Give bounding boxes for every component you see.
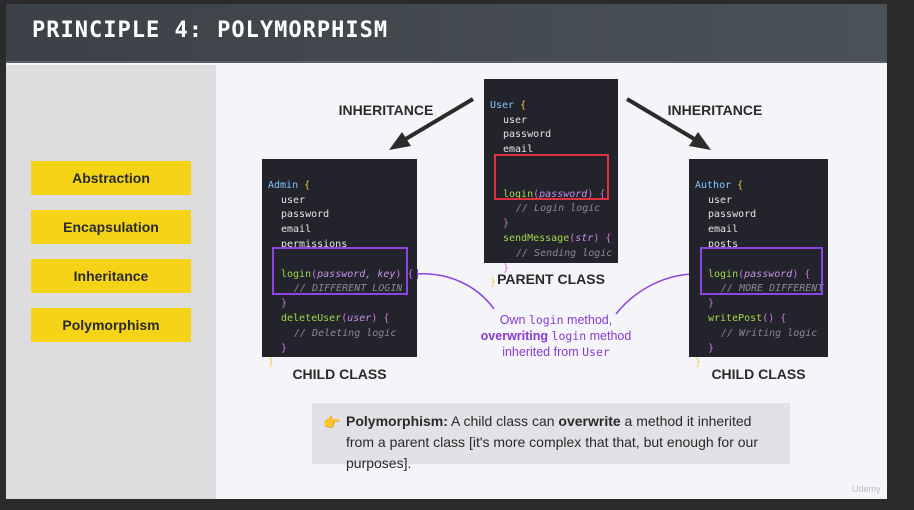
code-line: User { bbox=[490, 99, 612, 114]
code-brace: } bbox=[281, 298, 288, 310]
annotation-code: login bbox=[528, 313, 564, 327]
code-paren: ) { bbox=[371, 312, 390, 324]
method-name: deleteUser bbox=[281, 312, 342, 324]
code-prop: password bbox=[503, 129, 552, 141]
curve-arrow-left bbox=[408, 269, 495, 310]
annotation-text: inherited from bbox=[502, 345, 583, 359]
annotation-line: inherited from User bbox=[461, 344, 651, 360]
code-prop: password bbox=[281, 209, 330, 221]
admin-login-highlight bbox=[272, 247, 408, 295]
code-brace: { bbox=[304, 179, 311, 191]
annotation-line: Own login method, bbox=[461, 312, 651, 328]
child-class-label-left: CHILD CLASS bbox=[292, 366, 387, 382]
udemy-watermark: Udemy bbox=[852, 484, 881, 494]
code-prop: user bbox=[708, 194, 733, 206]
class-name: Author bbox=[695, 179, 732, 191]
code-prop: email bbox=[281, 224, 312, 236]
code-line: Admin { bbox=[268, 179, 411, 194]
annotation-text: method, bbox=[563, 313, 613, 327]
code-comment: // Sending logic bbox=[516, 247, 613, 259]
code-prop: password bbox=[708, 209, 757, 221]
code-prop: email bbox=[708, 224, 739, 236]
note-bold: overwrite bbox=[558, 413, 621, 429]
annotation-code: User bbox=[582, 345, 610, 359]
code-comment: // Writing logic bbox=[721, 327, 818, 339]
class-name: User bbox=[490, 99, 515, 111]
code-brace: { bbox=[737, 179, 744, 191]
code-paren: ) { bbox=[593, 232, 612, 244]
class-name: Admin bbox=[268, 179, 299, 191]
code-line: sendMessage(str) { bbox=[490, 232, 612, 247]
note-bold: Polymorphism: bbox=[346, 413, 448, 429]
code-brace: } bbox=[503, 218, 510, 230]
code-prop: user bbox=[503, 114, 528, 126]
annotation-text: Own bbox=[499, 313, 529, 327]
code-brace: } bbox=[281, 342, 288, 354]
polymorphism-note: 👉 Polymorphism: A child class can overwr… bbox=[312, 403, 790, 471]
code-comment: // Login logic bbox=[516, 203, 601, 215]
code-line: Author { bbox=[695, 179, 822, 194]
pointing-hand-icon: 👉 bbox=[323, 414, 341, 430]
override-annotation: Own login method, overwriting login meth… bbox=[461, 312, 651, 360]
inheritance-label-right: INHERITANCE bbox=[667, 102, 763, 118]
annotation-code: login bbox=[551, 329, 587, 343]
code-brace: { bbox=[520, 99, 527, 111]
child-class-label-right: CHILD CLASS bbox=[711, 366, 806, 382]
code-brace: } bbox=[708, 342, 715, 354]
code-line: writePost() { bbox=[695, 312, 822, 327]
annotation-bold: overwriting bbox=[480, 329, 549, 343]
annotation-text: method bbox=[586, 329, 632, 343]
parent-class-label: PARENT CLASS bbox=[497, 271, 605, 287]
slide: PRINCIPLE 4: POLYMORPHISM Abstraction En… bbox=[6, 4, 887, 499]
inheritance-label-left: INHERITANCE bbox=[338, 102, 434, 118]
code-comment: // Deleting logic bbox=[294, 327, 397, 339]
parent-login-highlight bbox=[494, 154, 609, 200]
annotation-line: overwriting login method bbox=[461, 328, 651, 344]
author-login-highlight bbox=[700, 247, 823, 295]
method-name: sendMessage bbox=[503, 232, 570, 244]
code-prop: user bbox=[281, 194, 306, 206]
method-params: user bbox=[347, 312, 372, 324]
code-brace: } bbox=[708, 298, 715, 310]
code-paren: () { bbox=[762, 312, 787, 324]
note-text: A child class can bbox=[447, 413, 559, 429]
code-line: deleteUser(user) { bbox=[268, 312, 411, 327]
method-name: writePost bbox=[708, 312, 763, 324]
method-params: str bbox=[575, 232, 594, 244]
